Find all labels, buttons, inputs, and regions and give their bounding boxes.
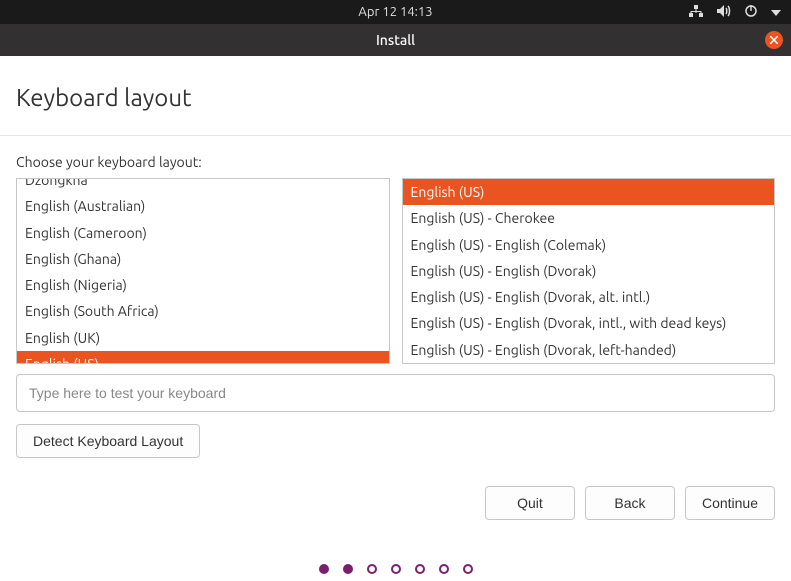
keyboard-test-input[interactable]: [16, 374, 775, 412]
detect-layout-button[interactable]: Detect Keyboard Layout: [16, 424, 200, 458]
variant-item[interactable]: English (US) - English (Dvorak, intl., w…: [403, 310, 775, 336]
top-menubar: Apr 12 14:13: [0, 0, 791, 24]
progress-dot: [415, 564, 425, 574]
layout-item[interactable]: English (Nigeria): [17, 272, 389, 298]
back-button[interactable]: Back: [585, 486, 675, 520]
window-title: Install: [376, 32, 415, 48]
variant-item[interactable]: English (US) - English (Dvorak): [403, 258, 775, 284]
volume-icon[interactable]: [717, 5, 731, 20]
layout-item[interactable]: English (Australian): [17, 193, 389, 219]
variant-item[interactable]: English (US) - English (Dvorak, left-han…: [403, 337, 775, 363]
page-heading: Keyboard layout: [16, 84, 775, 111]
prompt-label: Choose your keyboard layout:: [16, 154, 775, 170]
variant-item[interactable]: English (US) - English (Colemak): [403, 232, 775, 258]
variant-item[interactable]: English (US) - English (Dvorak, right-ha…: [403, 363, 775, 364]
progress-dots: [16, 564, 775, 574]
progress-dot: [463, 564, 473, 574]
system-tray: [689, 5, 781, 20]
continue-button[interactable]: Continue: [685, 486, 775, 520]
layout-item[interactable]: English (UK): [17, 325, 389, 351]
layout-item[interactable]: English (South Africa): [17, 298, 389, 324]
layout-item[interactable]: English (Cameroon): [17, 220, 389, 246]
variant-listbox[interactable]: English (US)English (US) - CherokeeEngli…: [402, 178, 776, 364]
window-titlebar: Install: [0, 24, 791, 56]
layout-listbox[interactable]: DzongkhaEnglish (Australian)English (Cam…: [16, 178, 390, 364]
layout-item[interactable]: Dzongkha: [17, 178, 389, 193]
layout-item[interactable]: English (Ghana): [17, 246, 389, 272]
network-icon[interactable]: [689, 5, 703, 20]
datetime-label: Apr 12 14:13: [358, 5, 432, 19]
quit-button[interactable]: Quit: [485, 486, 575, 520]
progress-dot: [343, 564, 353, 574]
divider: [0, 135, 791, 136]
progress-dot: [391, 564, 401, 574]
variant-item[interactable]: English (US) - English (Dvorak, alt. int…: [403, 284, 775, 310]
dropdown-icon[interactable]: [771, 5, 781, 19]
nav-buttons: Quit Back Continue: [16, 486, 775, 520]
power-icon[interactable]: [745, 5, 757, 20]
main-content: Keyboard layout Choose your keyboard lay…: [0, 84, 791, 574]
variant-item[interactable]: English (US) - Cherokee: [403, 205, 775, 231]
variant-item[interactable]: English (US): [403, 179, 775, 205]
progress-dot: [367, 564, 377, 574]
layout-item[interactable]: English (US): [17, 351, 389, 364]
progress-dot: [319, 564, 329, 574]
close-button[interactable]: [765, 31, 783, 49]
progress-dot: [439, 564, 449, 574]
layout-lists: DzongkhaEnglish (Australian)English (Cam…: [16, 178, 775, 364]
